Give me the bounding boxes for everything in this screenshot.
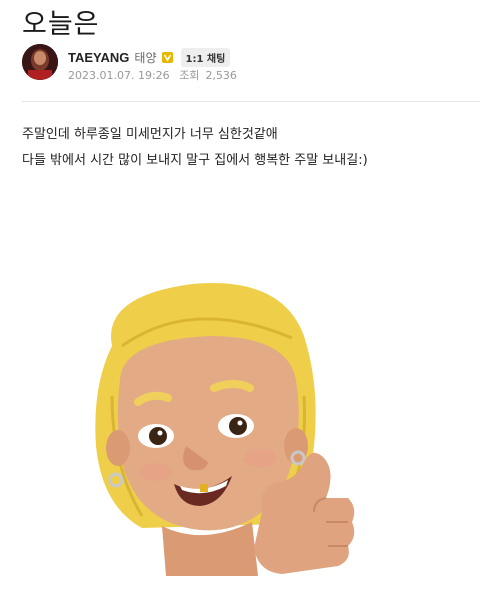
post-body: 주말인데 하루종일 미세먼지가 너무 심한것같애 다들 밖에서 시간 많이 보내… (22, 122, 368, 174)
author-name-kr: 태양 (134, 51, 157, 65)
views-label: 조회 (179, 69, 200, 82)
author-name[interactable]: TAEYANG (68, 50, 129, 65)
verified-badge-icon (161, 52, 173, 63)
body-line: 주말인데 하루종일 미세먼지가 너무 심한것같애 (22, 127, 278, 142)
divider (22, 101, 480, 102)
post-meta: 2023.01.07. 19:26 조회 2,536 (68, 67, 243, 83)
post-date: 2023.01.07. 19:26 (68, 69, 170, 82)
post-title: 오늘은 (22, 9, 100, 40)
avatar-image (22, 44, 58, 80)
memoji-thumbs-up-image (95, 283, 355, 576)
author-row: TAEYANG 태양 1:1 채팅 2023.01.07. 19:26 조회 2,… (22, 44, 462, 84)
chat-button[interactable]: 1:1 채팅 (180, 48, 231, 67)
avatar[interactable] (22, 44, 58, 80)
body-line: 다들 밖에서 시간 많이 보내지 말구 집에서 행복한 주말 보내길:) (22, 153, 368, 168)
views-count: 2,536 (205, 69, 237, 82)
author-line: TAEYANG 태양 1:1 채팅 (68, 48, 231, 67)
